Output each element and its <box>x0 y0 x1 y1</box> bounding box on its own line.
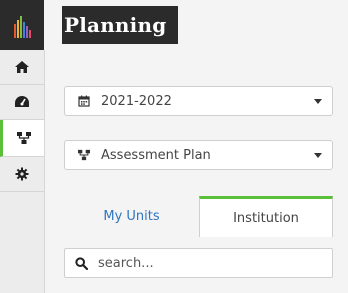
plan-select[interactable]: Assessment Plan <box>64 140 333 170</box>
calendar-icon <box>77 94 91 108</box>
search-box <box>64 248 333 278</box>
logo-icon <box>14 16 31 38</box>
tab-my-units[interactable]: My Units <box>64 196 199 237</box>
hierarchy-icon <box>77 148 91 162</box>
year-select[interactable]: 2021-2022 <box>64 86 333 116</box>
chevron-down-icon <box>314 98 322 104</box>
sidebar-item-settings[interactable] <box>0 157 44 192</box>
year-select-value: 2021-2022 <box>101 93 172 109</box>
page-title: Planning <box>64 13 167 37</box>
plan-select-value: Assessment Plan <box>101 147 211 163</box>
home-icon <box>15 61 29 73</box>
sidebar-item-dashboard[interactable] <box>0 85 44 120</box>
tab-label: My Units <box>103 209 160 224</box>
dashboard-icon <box>15 96 29 107</box>
gear-icon <box>15 167 29 181</box>
sidebar-item-home[interactable] <box>0 50 44 85</box>
app-root: Planning 2021-2022 Assessment Plan My Un… <box>0 0 348 293</box>
title-box: Planning <box>62 6 179 44</box>
page-header: Planning <box>44 0 348 50</box>
chevron-down-icon <box>314 152 322 158</box>
tab-label: Institution <box>233 210 299 226</box>
sidebar-item-hierarchy[interactable] <box>0 120 44 157</box>
search-input[interactable] <box>96 254 310 272</box>
app-logo[interactable] <box>0 0 44 50</box>
search-icon <box>75 256 88 270</box>
hierarchy-icon <box>16 132 31 144</box>
sidebar <box>0 0 45 293</box>
tab-institution[interactable]: Institution <box>199 196 333 237</box>
